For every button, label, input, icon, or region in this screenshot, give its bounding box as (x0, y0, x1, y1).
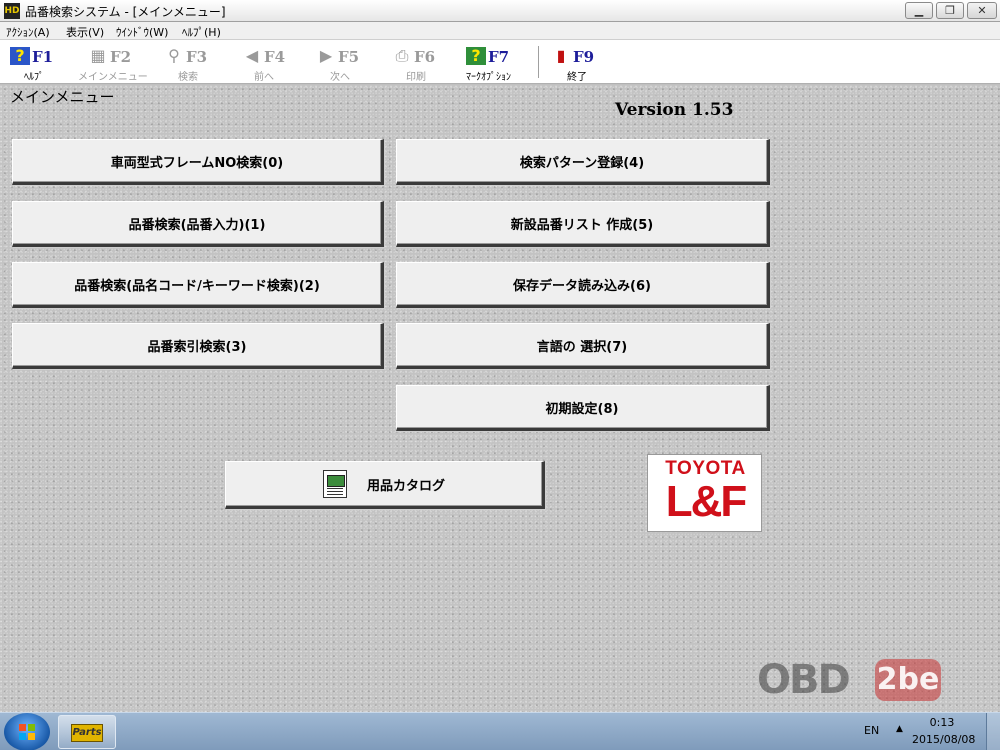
clock-time[interactable]: 0:13 (912, 716, 972, 729)
app-icon[interactable]: HD (4, 3, 20, 19)
building-icon: ▦ (90, 46, 106, 65)
tray-expand-icon[interactable]: ▲ (896, 724, 903, 734)
title-bar: HD 品番検索システム - [メインメニュー] ▁ ❐ ✕ (0, 0, 1000, 22)
toolbar-f5-next[interactable]: ▶ F5 次へ (310, 44, 380, 84)
menu-help[interactable]: ﾍﾙﾌﾟ(H) (182, 24, 221, 40)
menu-window[interactable]: ｳｲﾝﾄﾞｳ(W) (116, 24, 168, 40)
language-select-button[interactable]: 言語の 選択(7) (396, 323, 770, 369)
search-pattern-register-button[interactable]: 検索パターン登録(4) (396, 139, 770, 185)
part-number-search-button[interactable]: 品番検索(品番入力)(1) (12, 201, 384, 247)
window-title: 品番検索システム - [メインメニュー] (25, 5, 226, 19)
logo-text-bottom: L&F (665, 477, 748, 526)
toolbar-key: F3 (186, 48, 208, 66)
part-name-keyword-search-button[interactable]: 品番検索(品名コード/キーワード検索)(2) (12, 262, 384, 308)
search-icon: ⚲ (168, 46, 180, 65)
menu-view[interactable]: 表示(V) (66, 24, 104, 40)
toolbar-key: F1 (32, 48, 54, 66)
load-saved-data-button[interactable]: 保存データ読み込み(6) (396, 262, 770, 308)
restore-button[interactable]: ❐ (936, 2, 964, 19)
watermark-text: OBD (757, 657, 851, 703)
page-title: メインメニュー (10, 88, 115, 106)
printer-icon: ⎙ (395, 46, 409, 65)
taskbar: Parts EN ▲ 0:13 2015/08/08 (0, 712, 1000, 750)
part-index-search-button[interactable]: 品番索引検索(3) (12, 323, 384, 369)
start-button[interactable] (4, 713, 50, 750)
catalog-icon (322, 470, 347, 498)
toolbar-key: F7 (488, 48, 510, 66)
toolbar-separator (538, 46, 540, 78)
toolbar-label: ﾏｰｸｵﾌﾟｼｮﾝ (466, 72, 511, 83)
toyota-lf-logo: TOYOTA L&F (647, 454, 762, 532)
clock-date[interactable]: 2015/08/08 (912, 733, 975, 746)
toolbar-f3-search[interactable]: ⚲ F3 検索 (158, 44, 228, 84)
language-indicator[interactable]: EN (864, 724, 879, 737)
catalog-label: 用品カタログ (366, 478, 445, 494)
arrow-right-icon: ▶ (319, 46, 333, 65)
version-label: Version 1.53 (615, 100, 734, 120)
vehicle-frame-search-button[interactable]: 車両型式フレームNO検索(0) (12, 139, 384, 185)
toolbar-key: F2 (110, 48, 132, 66)
toolbar-key: F6 (414, 48, 436, 66)
menu-action[interactable]: ｱｸｼｮﾝ(A) (6, 24, 50, 40)
menu-bar: ｱｸｼｮﾝ(A) 表示(V) ｳｲﾝﾄﾞｳ(W) ﾍﾙﾌﾟ(H) (0, 22, 1000, 40)
toolbar-key: F4 (264, 48, 286, 66)
toolbar-key: F5 (338, 48, 360, 66)
toolbar-f1-help[interactable]: ? F1 ﾍﾙﾌﾟ (4, 44, 74, 83)
toolbar-f6-print[interactable]: ⎙ F6 印刷 (386, 44, 456, 84)
toolbar-f4-prev[interactable]: ◀ F4 前へ (236, 44, 306, 84)
toolbar-f7-mark-option[interactable]: ? F7 ﾏｰｸｵﾌﾟｼｮﾝ (460, 44, 530, 83)
taskbar-app-button[interactable]: Parts (58, 715, 116, 749)
initial-settings-button[interactable]: 初期設定(8) (396, 385, 770, 431)
watermark: OBD 2be (757, 657, 942, 707)
main-menu-panel: メインメニュー Version 1.53 車両型式フレームNO検索(0) 品番検… (0, 85, 1000, 712)
arrow-left-icon: ◀ (245, 46, 259, 65)
toolbar-f9-exit[interactable]: ▮ F9 終了 (545, 44, 615, 84)
parts-app-icon: Parts (71, 724, 103, 742)
toolbar-label: メインメニュー (78, 72, 148, 83)
mark-option-icon: ? (466, 47, 486, 65)
exit-door-icon: ▮ (556, 46, 566, 65)
minimize-button[interactable]: ▁ (905, 2, 933, 19)
toolbar-f2-main-menu[interactable]: ▦ F2 メインメニュー (78, 44, 152, 84)
help-icon: ? (10, 47, 30, 65)
toolbar-label: 終了 (567, 72, 587, 83)
accessory-catalog-button[interactable]: 用品カタログ (225, 461, 545, 509)
watermark-badge: 2be (875, 659, 941, 701)
toolbar-key: F9 (573, 48, 595, 66)
close-button[interactable]: ✕ (967, 2, 997, 19)
toolbar: ? F1 ﾍﾙﾌﾟ ▦ F2 メインメニュー ⚲ F3 検索 ◀ F4 前へ ▶… (0, 40, 1000, 84)
show-desktop-button[interactable] (986, 713, 1000, 750)
new-part-list-button[interactable]: 新設品番リスト 作成(5) (396, 201, 770, 247)
